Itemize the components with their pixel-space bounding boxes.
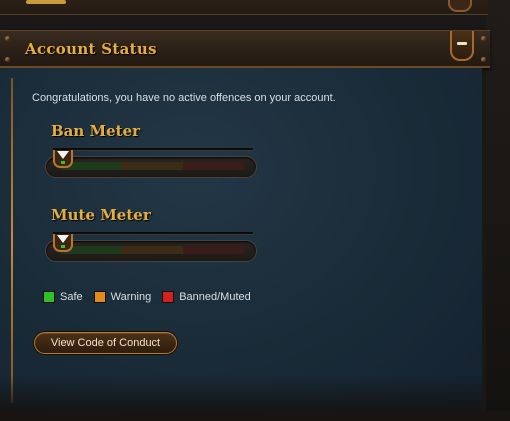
legend-item-banned: Banned/Muted xyxy=(162,291,251,303)
meter-top-line xyxy=(53,232,253,235)
legend-label-banned: Banned/Muted xyxy=(179,291,251,303)
legend-swatch-safe xyxy=(43,291,55,303)
account-status-header[interactable]: Account Status xyxy=(0,30,490,68)
meter-top-line xyxy=(53,148,253,151)
ban-meter-title: Ban Meter xyxy=(51,122,141,140)
panel-rail-decoration xyxy=(11,78,13,403)
legend-label-safe: Safe xyxy=(60,291,83,303)
status-message: Congratulations, you have no active offe… xyxy=(32,92,336,104)
page-bottom-edge xyxy=(0,411,510,421)
meter-banned-zone xyxy=(183,162,245,170)
rivet-decoration xyxy=(5,36,10,41)
legend-item-warning: Warning xyxy=(93,291,152,303)
previous-section-header[interactable] xyxy=(0,0,488,15)
meter-warning-zone xyxy=(121,162,183,170)
rivet-decoration xyxy=(481,57,486,62)
meter-marker xyxy=(53,234,73,252)
legend-swatch-banned xyxy=(162,291,175,303)
marker-level-dot xyxy=(61,161,65,164)
triangle-down-icon xyxy=(57,151,69,159)
triangle-down-icon xyxy=(57,235,69,243)
meter-banned-zone xyxy=(183,246,245,254)
rivet-decoration xyxy=(481,36,486,41)
legend-swatch-warning xyxy=(93,291,106,303)
section-title: Account Status xyxy=(25,40,157,58)
legend-label-warning: Warning xyxy=(110,291,152,303)
meter-marker xyxy=(53,150,73,168)
previous-section-toggle[interactable] xyxy=(448,0,472,12)
view-code-of-conduct-button[interactable]: View Code of Conduct xyxy=(34,332,177,354)
legend-item-safe: Safe xyxy=(43,291,83,303)
ban-meter xyxy=(45,148,257,182)
meter-legend: Safe Warning Banned/Muted xyxy=(43,291,262,303)
minus-icon xyxy=(457,42,467,45)
panel-bottom-shade xyxy=(0,375,482,411)
meter-warning-zone xyxy=(121,246,183,254)
mute-meter-title: Mute Meter xyxy=(51,206,151,224)
previous-section-title-fragment xyxy=(10,0,70,6)
collapse-button[interactable] xyxy=(450,31,474,61)
rivet-decoration xyxy=(5,57,10,62)
mute-meter xyxy=(45,232,257,266)
marker-level-dot xyxy=(61,245,65,248)
